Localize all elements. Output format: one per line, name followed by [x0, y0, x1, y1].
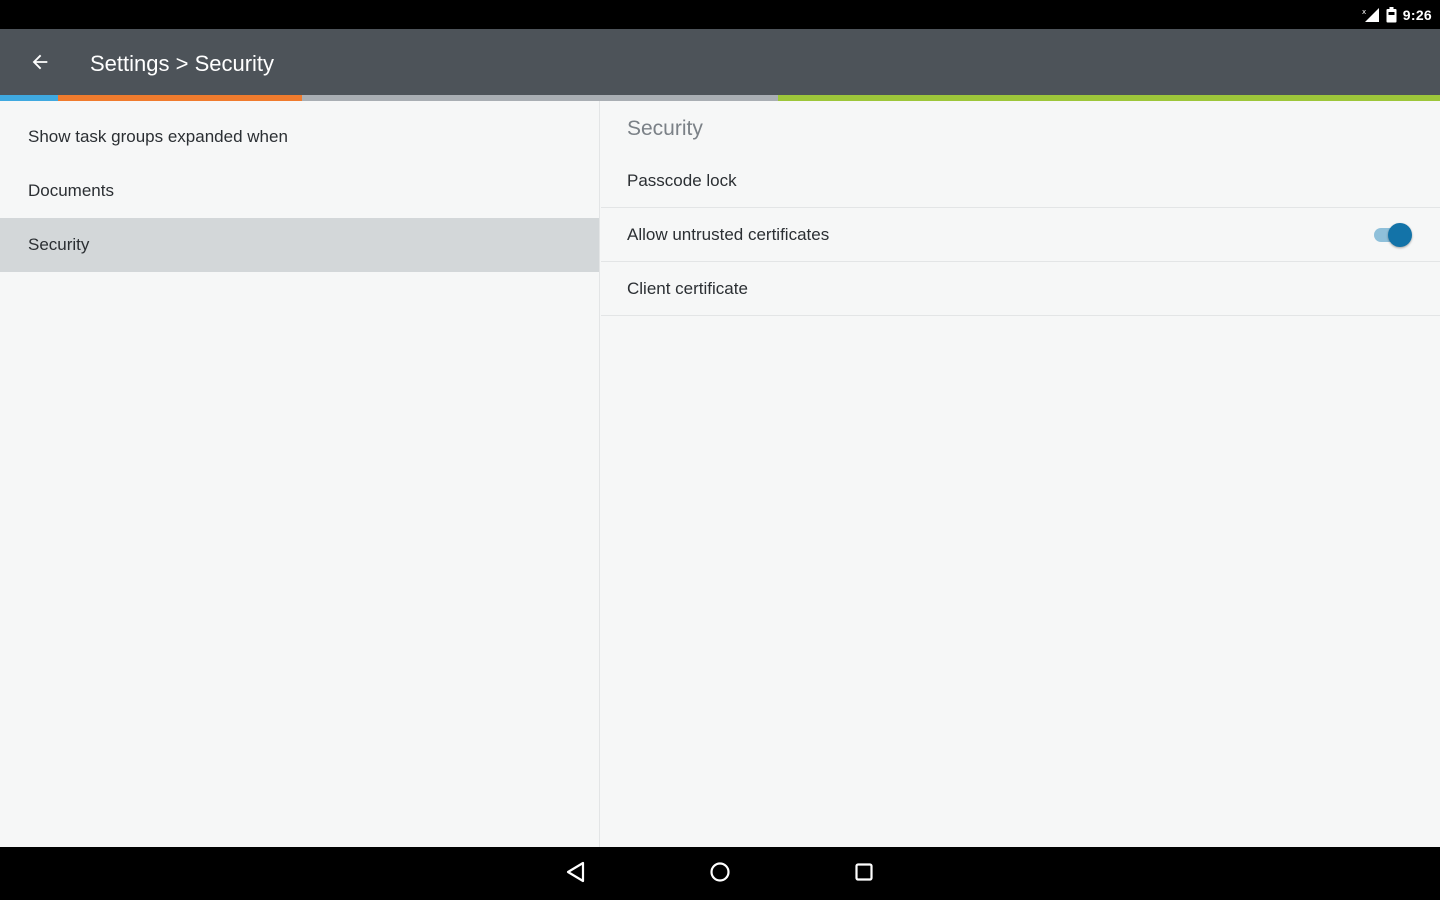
recents-square-icon [853, 861, 875, 888]
pref-label: Allow untrusted certificates [627, 224, 830, 244]
page-title: Settings > Security [90, 51, 275, 76]
switch-thumb [1388, 222, 1412, 247]
settings-category-list: Show task groups expanded when Documents… [0, 101, 600, 847]
category-item-label: Documents [28, 181, 114, 200]
nav-back-button[interactable] [559, 857, 593, 891]
pref-label: Client certificate [627, 278, 748, 298]
back-triangle-icon [565, 861, 587, 888]
back-button[interactable] [22, 46, 58, 82]
status-bar: x 9:26 [0, 0, 1440, 29]
battery-icon [1386, 6, 1397, 23]
nav-home-button[interactable] [703, 857, 737, 891]
allow-untrusted-certificates-switch[interactable] [1372, 222, 1412, 247]
category-item-security[interactable]: Security [0, 218, 599, 272]
allow-untrusted-certificates-row[interactable]: Allow untrusted certificates [601, 208, 1440, 262]
nav-recents-button[interactable] [847, 857, 881, 891]
arrow-back-icon [29, 51, 51, 78]
status-icons: x 9:26 [1362, 0, 1432, 29]
section-header: Security [627, 117, 703, 140]
category-item-label: Security [28, 235, 90, 254]
security-settings-pane: Security Passcode lock Allow untrusted c… [601, 101, 1440, 847]
category-item-show-task-groups[interactable]: Show task groups expanded when [0, 110, 599, 164]
signal-no-data-icon: x [1362, 7, 1380, 23]
pref-label: Passcode lock [627, 170, 737, 190]
app-bar: Settings > Security [0, 29, 1440, 95]
category-item-documents[interactable]: Documents [0, 164, 599, 218]
status-time: 9:26 [1402, 6, 1432, 23]
home-circle-icon [709, 861, 731, 888]
client-certificate-row[interactable]: Client certificate [601, 262, 1440, 316]
category-item-label: Show task groups expanded when [28, 127, 288, 146]
svg-text:x: x [1362, 8, 1366, 16]
system-nav-bar [0, 847, 1440, 900]
passcode-lock-row[interactable]: Passcode lock [601, 154, 1440, 208]
